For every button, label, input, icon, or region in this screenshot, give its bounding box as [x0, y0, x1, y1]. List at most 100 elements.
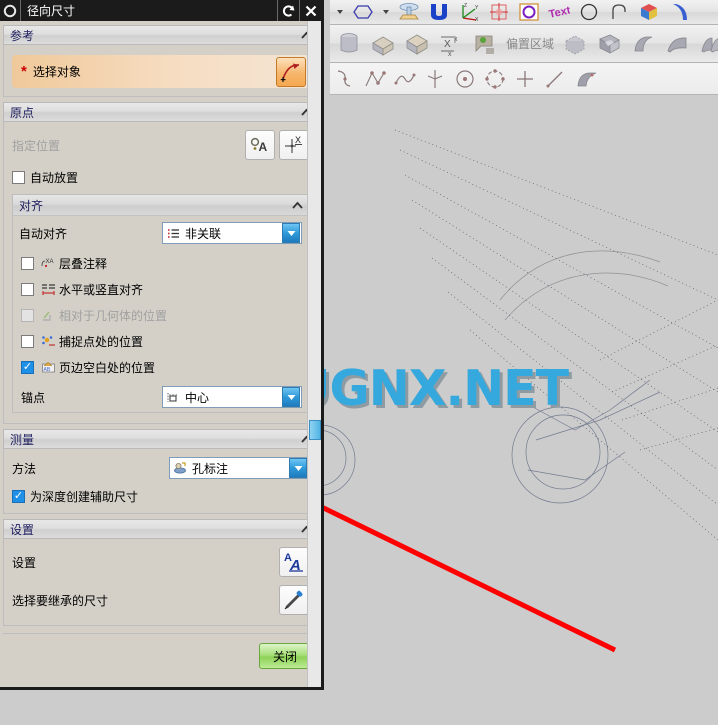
ruled-surface-icon[interactable]	[694, 33, 718, 55]
center-mark-icon[interactable]	[484, 1, 514, 23]
anchor-point-row: 锚点 x x x 中心	[19, 386, 302, 408]
flag-region-icon[interactable]	[468, 33, 502, 55]
inherit-dimension-label: 选择要继承的尺寸	[12, 593, 109, 608]
toolbar-row-2[interactable]: X x x 偏置区域	[330, 25, 718, 63]
depth-aux-row[interactable]: ✓ 为深度创建辅助尺寸	[4, 483, 317, 509]
auto-place-row[interactable]: 自动放置	[4, 164, 317, 190]
margin-position-checkbox[interactable]: ✓	[21, 360, 34, 374]
caret-down-icon[interactable]	[378, 1, 394, 23]
snap-point-checkbox[interactable]	[21, 334, 34, 348]
csys-axes-icon[interactable]: Z Y X	[454, 1, 484, 23]
section-title-origin: 原点	[10, 105, 35, 120]
hexagon-icon[interactable]	[348, 1, 378, 23]
chevron-down-icon[interactable]	[289, 458, 307, 478]
footer-divider	[3, 633, 318, 634]
auto-place-label: 自动放置	[30, 170, 79, 185]
footer: 关闭	[259, 643, 311, 669]
svg-text:XA: XA	[46, 259, 54, 265]
anchor-point-value: 中心	[185, 390, 210, 405]
block-icon[interactable]	[400, 33, 434, 55]
stacked-annotation-checkbox[interactable]	[21, 256, 34, 270]
align-option-row[interactable]: 捕捉点处的位置	[19, 328, 302, 354]
x-x-dimension-icon[interactable]: X x x	[434, 33, 468, 57]
section-header-reference[interactable]: 参考	[3, 25, 318, 45]
auto-align-value: 非关联	[185, 226, 222, 241]
curve-hook-icon[interactable]	[330, 68, 360, 90]
check-mark-icon: ✓	[22, 360, 33, 373]
circle-outline-icon[interactable]	[574, 1, 604, 23]
method-label: 方法	[12, 461, 37, 476]
cylinder-icon[interactable]	[332, 32, 366, 55]
method-row: 方法 孔标注	[4, 453, 317, 483]
scrollbar-thumb[interactable]	[309, 420, 321, 440]
close-x-icon[interactable]	[300, 0, 321, 21]
color-cube-icon[interactable]	[634, 1, 664, 23]
dialog-titlebar[interactable]: 径向尺寸	[0, 0, 321, 21]
emboss-icon[interactable]	[394, 1, 424, 23]
curved-sheet-icon[interactable]	[626, 33, 660, 55]
text-icon[interactable]: Text	[544, 1, 574, 23]
purple-circle-icon[interactable]	[514, 1, 544, 23]
beveled-block-icon[interactable]	[366, 33, 400, 56]
dialog-scrollbar[interactable]	[307, 21, 321, 687]
align-option-row[interactable]: 水平或竖直对齐	[19, 276, 302, 302]
caret-down-icon[interactable]	[332, 1, 348, 23]
align-option-row[interactable]: XA 层叠注释	[19, 250, 302, 276]
subsection-header-alignment[interactable]: 对齐	[13, 195, 308, 216]
auto-place-checkbox[interactable]	[12, 170, 25, 184]
radius-dimension-icon[interactable]	[276, 57, 306, 87]
snap-point-icon	[39, 335, 59, 348]
close-button[interactable]: 关闭	[259, 643, 311, 669]
anchor-center-icon: x x x	[163, 391, 183, 404]
reset-arrow-icon[interactable]	[278, 0, 299, 21]
point-a-icon[interactable]: A	[245, 130, 275, 160]
align-option-label: 水平或竖直对齐	[59, 282, 144, 297]
u-groove-icon[interactable]	[424, 1, 454, 23]
polyline-points-icon[interactable]	[360, 68, 390, 90]
font-AA-icon[interactable]: A A	[279, 547, 309, 577]
application-window: Z Y X Text X x x 偏置区域 WWW.UGNX.NET 径向尺寸 …	[0, 0, 718, 725]
select-object-row[interactable]: * 选择对象	[12, 55, 309, 88]
svg-text:Text: Text	[548, 4, 570, 20]
blue-edge-icon[interactable]	[664, 1, 694, 23]
svg-text:X: X	[444, 39, 451, 50]
depth-aux-checkbox[interactable]: ✓	[12, 489, 25, 503]
axis-cross-icon[interactable]	[420, 68, 450, 90]
toolbar-row-1[interactable]: Z Y X Text	[330, 0, 718, 25]
hollow-block-icon[interactable]	[592, 33, 626, 55]
specify-location-row: 指定位置 A X	[4, 126, 317, 164]
line-segment-icon[interactable]	[540, 68, 570, 90]
gear-icon	[0, 0, 20, 21]
horizontal-vertical-align-icon	[39, 283, 59, 296]
subsection-title-alignment: 对齐	[19, 198, 44, 213]
svg-text:X: X	[475, 17, 479, 22]
hook-curve-icon[interactable]	[604, 1, 634, 23]
plus-point-icon[interactable]	[510, 68, 540, 90]
settings-row: 设置 A A	[4, 545, 317, 583]
spline-icon[interactable]	[390, 68, 420, 90]
method-combo[interactable]: 孔标注	[169, 457, 309, 479]
chevron-down-icon[interactable]	[282, 387, 300, 407]
chevron-down-icon[interactable]	[282, 223, 300, 243]
align-option-row[interactable]: ✓ AB 页边空白处的位置	[19, 354, 302, 380]
section-header-measure[interactable]: 测量	[3, 429, 318, 449]
section-header-settings[interactable]: 设置	[3, 519, 318, 539]
stacked-annotation-icon: XA	[39, 257, 59, 270]
sheet-body-icon[interactable]	[570, 68, 604, 90]
toolbar-row-3[interactable]	[330, 63, 718, 95]
align-option-label: 捕捉点处的位置	[59, 334, 144, 349]
eyedropper-icon[interactable]	[279, 585, 309, 615]
section-header-origin[interactable]: 原点	[3, 102, 318, 122]
auto-align-combo[interactable]: 非关联	[162, 222, 302, 244]
section-body-reference: * 选择对象	[3, 45, 318, 97]
dialog-title: 径向尺寸	[27, 4, 76, 18]
dashed-box-icon[interactable]	[558, 33, 592, 55]
circle-with-center-icon[interactable]	[450, 68, 480, 90]
xy-axis-icon[interactable]: X	[279, 130, 309, 160]
circle-quadrant-icon[interactable]	[480, 68, 510, 90]
check-mark-icon: ✓	[13, 489, 24, 502]
horizontal-vertical-align-checkbox[interactable]	[21, 282, 34, 296]
chevron-up-icon[interactable]	[286, 196, 308, 214]
anchor-point-combo[interactable]: x x x 中心	[162, 386, 302, 408]
surface-icon[interactable]	[660, 33, 694, 55]
